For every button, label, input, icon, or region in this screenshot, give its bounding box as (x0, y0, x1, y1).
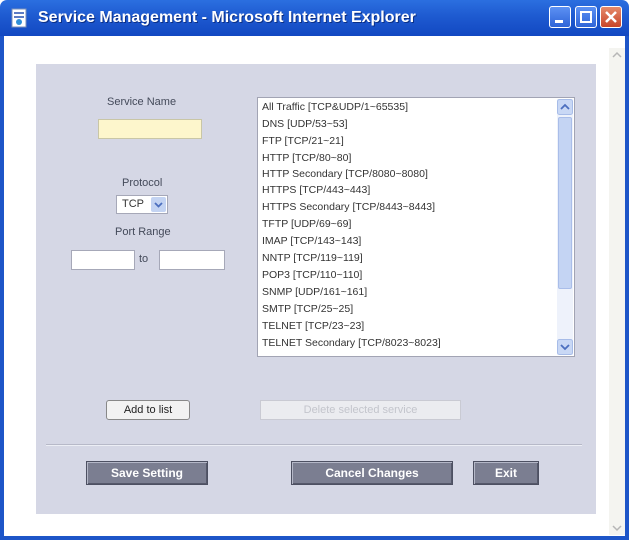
list-item[interactable]: SMTP [TCP/25~25] (262, 303, 353, 316)
list-item[interactable]: HTTPS [TCP/443~443] (262, 184, 370, 197)
dropdown-arrow-icon[interactable] (151, 197, 166, 212)
protocol-select[interactable]: TCP (116, 195, 168, 214)
port-from-input[interactable] (71, 250, 135, 270)
protocol-label: Protocol (122, 177, 163, 189)
service-name-label: Service Name (107, 96, 177, 108)
port-to-input[interactable] (159, 250, 225, 270)
save-setting-button[interactable]: Save Setting (86, 461, 208, 485)
list-item[interactable]: POP3 [TCP/110~110] (262, 269, 362, 282)
scroll-thumb[interactable] (558, 117, 572, 289)
list-item[interactable]: IMAP [TCP/143~143] (262, 235, 361, 248)
close-icon (605, 11, 617, 23)
services-listbox[interactable]: All Traffic [TCP&UDP/1~65535] DNS [UDP/5… (257, 97, 575, 357)
list-item[interactable]: NNTP [TCP/119~119] (262, 252, 363, 265)
list-item[interactable]: HTTPS Secondary [TCP/8443~8443] (262, 201, 435, 214)
list-item[interactable]: All Traffic [TCP&UDP/1~65535] (262, 101, 408, 114)
list-item[interactable]: TFTP [UDP/69~69] (262, 218, 351, 231)
scroll-up-icon[interactable] (557, 99, 573, 115)
add-to-list-button[interactable]: Add to list (106, 400, 190, 420)
window-title: Service Management - Microsoft Internet … (38, 9, 416, 26)
protocol-value: TCP (122, 198, 144, 210)
list-item[interactable]: FTP [TCP/21~21] (262, 135, 344, 148)
maximize-icon (580, 11, 592, 23)
scroll-down-icon[interactable] (557, 339, 573, 355)
list-item[interactable]: DNS [UDP/53~53] (262, 118, 348, 131)
close-button[interactable] (600, 6, 622, 28)
port-to-label: to (139, 253, 149, 265)
chevron-down-icon (154, 202, 163, 208)
maximize-button[interactable] (575, 6, 597, 28)
list-item[interactable]: HTTP [TCP/80~80] (262, 152, 351, 165)
minimize-icon (555, 20, 563, 23)
list-scrollbar[interactable] (557, 99, 573, 355)
list-item[interactable]: TELNET Secondary [TCP/8023~8023] (262, 337, 441, 350)
port-range-label: Port Range (115, 226, 171, 238)
list-item[interactable]: HTTP Secondary [TCP/8080~8080] (262, 168, 428, 181)
service-name-input[interactable] (98, 119, 202, 139)
window-titlebar[interactable]: Service Management - Microsoft Internet … (0, 0, 629, 36)
divider (46, 444, 582, 446)
exit-button[interactable]: Exit (473, 461, 539, 485)
service-management-panel: Service Name Protocol TCP Port Range to … (36, 64, 596, 514)
minimize-button[interactable] (549, 6, 571, 28)
delete-selected-service-button[interactable]: Delete selected service (260, 400, 461, 420)
scroll-up-icon[interactable] (609, 48, 625, 62)
list-item[interactable]: SNMP [UDP/161~161] (262, 286, 367, 299)
cancel-changes-button[interactable]: Cancel Changes (291, 461, 453, 485)
scroll-down-icon[interactable] (609, 521, 625, 535)
page-scrollbar[interactable] (609, 48, 625, 535)
list-item[interactable]: TELNET [TCP/23~23] (262, 320, 364, 333)
ie-page-icon (11, 8, 27, 28)
